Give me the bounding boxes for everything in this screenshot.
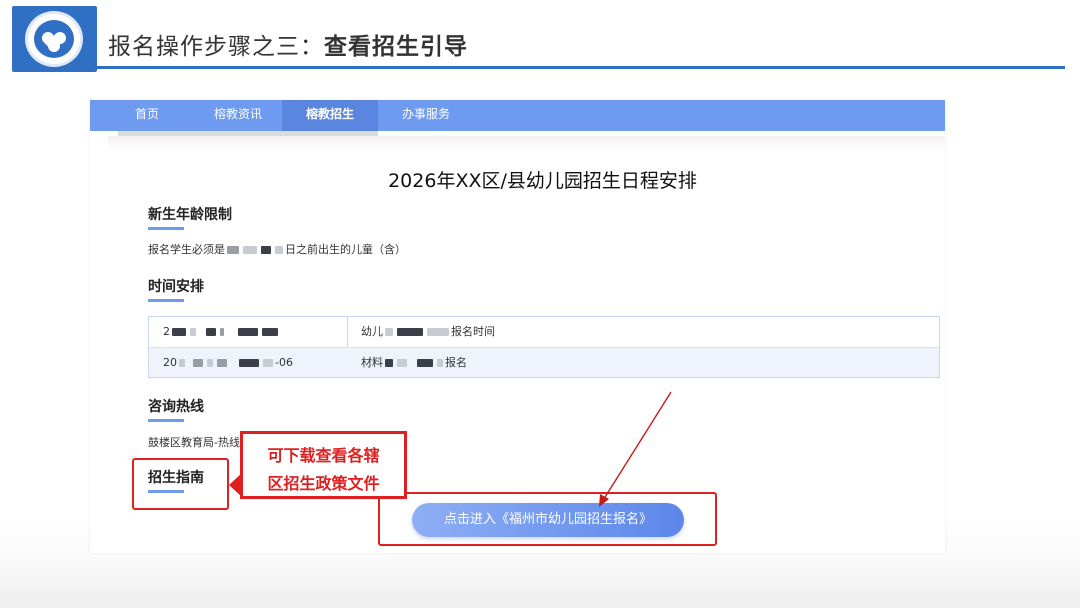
nav-item-news[interactable]: 榕教资讯 <box>198 100 278 131</box>
nav-item-enrollment[interactable]: 榕教招生 <box>282 100 378 131</box>
logo-emblem <box>34 20 74 58</box>
section-title-age-limit: 新生年龄限制 <box>148 207 232 223</box>
callout-line-1: 可下载查看各辖 <box>267 446 380 465</box>
age-limit-text-before: 报名学生必须是 <box>148 243 225 256</box>
guide-highlight-box <box>132 458 229 510</box>
page-heading: 2026年XX区/县幼儿园招生日程安排 <box>388 170 697 192</box>
slide-header: 报名操作步骤之三：查看招生引导 <box>0 0 1080 72</box>
header-divider <box>96 66 1065 69</box>
table-cell-date: 2 <box>163 317 280 347</box>
table-cell-date: 20 -06 <box>163 356 293 369</box>
section-underline <box>148 227 184 230</box>
button-highlight-box <box>378 492 717 546</box>
age-limit-text: 报名学生必须是 日之前出生的儿童（含） <box>148 241 406 257</box>
table-row: 20 -06 材料 报名 <box>149 347 939 377</box>
section-title-hotline: 咨询热线 <box>148 399 204 415</box>
nav-item-services[interactable]: 办事服务 <box>382 100 470 131</box>
annotation-callout: 可下载查看各辖 区招生政策文件 <box>240 431 407 499</box>
nav-item-home[interactable]: 首页 <box>112 100 182 131</box>
schedule-table: 2 幼儿 报名时间 20 -06 材料 报名 <box>148 316 940 378</box>
table-cell-event: 材料 报名 <box>361 356 467 369</box>
hotline-text: 鼓楼区教育局-热线 <box>148 436 240 449</box>
section-underline <box>148 419 184 422</box>
table-row: 2 幼儿 报名时间 <box>149 317 939 347</box>
top-nav-bar: 首页 榕教资讯 榕教招生 办事服务 <box>90 100 945 131</box>
kindergarten-logo <box>12 6 97 72</box>
content-top-shadow <box>108 136 945 152</box>
slide-title-bold: 查看招生引导 <box>324 34 468 60</box>
section-title-schedule: 时间安排 <box>148 279 204 295</box>
callout-line-2: 区招生政策文件 <box>267 474 380 493</box>
section-underline <box>148 299 184 302</box>
slide-title: 报名操作步骤之三：查看招生引导 <box>108 27 468 61</box>
table-cell-event: 幼儿 报名时间 <box>361 325 495 338</box>
slide-title-prefix: 报名操作步骤之三： <box>108 34 324 60</box>
age-limit-text-after: 日之前出生的儿童（含） <box>285 243 406 256</box>
